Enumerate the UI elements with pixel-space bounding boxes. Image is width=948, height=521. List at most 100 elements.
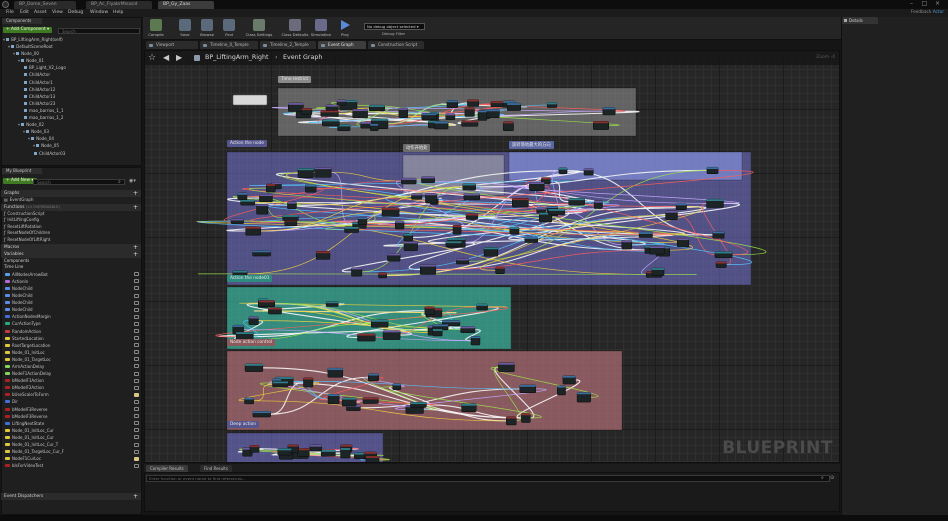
add-component-button[interactable]: + Add Component ▾ bbox=[3, 27, 53, 33]
breadcrumb-blueprint[interactable]: BP_LiftingArm_Right bbox=[205, 51, 269, 65]
graph-node-header[interactable] bbox=[249, 445, 260, 448]
components-search-input[interactable]: Search bbox=[58, 28, 140, 34]
menu-window[interactable]: Window bbox=[90, 9, 108, 17]
variable-item[interactable]: NodeChild bbox=[1, 299, 141, 306]
graph-node-header[interactable] bbox=[471, 336, 480, 339]
function-item[interactable]: ƒ ConstructionScript bbox=[1, 211, 141, 218]
forward-arrow-icon[interactable]: ▶ bbox=[176, 52, 182, 64]
component-tree-item[interactable]: ChildActor03 bbox=[3, 150, 141, 157]
variable-item[interactable]: ArmActionDelay bbox=[1, 363, 141, 370]
graph-node-header[interactable] bbox=[577, 392, 591, 395]
component-tree-item[interactable]: BP_Light_V2_Logo bbox=[3, 64, 141, 71]
toolbar-button-1[interactable]: Save bbox=[174, 18, 196, 39]
menu-view[interactable]: View bbox=[52, 9, 63, 17]
functions-header[interactable]: Functions (20 OVERRIDABLE) + bbox=[1, 203, 141, 211]
visibility-eye-icon[interactable] bbox=[134, 392, 139, 397]
menu-debug[interactable]: Debug bbox=[68, 9, 83, 17]
visibility-eye-icon[interactable] bbox=[134, 399, 139, 404]
graph-node-header[interactable] bbox=[316, 251, 330, 254]
toolbar-button-7[interactable]: Play bbox=[334, 18, 356, 39]
details-tab[interactable]: Details bbox=[842, 17, 878, 24]
comment-label[interactable]: Action the node01 bbox=[227, 275, 273, 282]
tab-construction-script[interactable]: Construction Script bbox=[368, 41, 424, 49]
graph-node-header[interactable] bbox=[506, 416, 517, 419]
debug-object-select[interactable]: No debug object selected ▾ bbox=[364, 23, 425, 30]
favorite-star-icon[interactable]: ☆ bbox=[148, 52, 156, 64]
graph-node-header[interactable] bbox=[593, 121, 609, 124]
variable-item[interactable]: StartedLocation bbox=[1, 335, 141, 342]
event-graph-canvas[interactable]: ☆ ◀ ▶ BP_LiftingArm_Right › Event Graph … bbox=[144, 50, 840, 463]
variable-item[interactable]: NodeChild bbox=[1, 292, 141, 299]
graph-node-header[interactable] bbox=[368, 373, 379, 376]
graph-node-header[interactable] bbox=[231, 218, 244, 221]
graph-node-header[interactable] bbox=[460, 326, 475, 329]
graph-node-header[interactable] bbox=[337, 99, 346, 102]
visibility-eye-icon[interactable] bbox=[134, 449, 139, 454]
graph-node-header[interactable] bbox=[358, 217, 367, 220]
graph-node-header[interactable] bbox=[649, 246, 665, 249]
my-blueprint-tab[interactable]: My Blueprint bbox=[2, 168, 42, 174]
variable-item[interactable]: ActionNodesMargin bbox=[1, 313, 141, 320]
graph-node-header[interactable] bbox=[322, 119, 340, 122]
component-tree-item[interactable]: ▾ DefaultSceneRoot bbox=[3, 43, 141, 50]
graph-node-header[interactable] bbox=[266, 184, 276, 186]
graph-nodes-layer[interactable] bbox=[145, 51, 840, 463]
graph-node-header[interactable] bbox=[392, 383, 401, 386]
graph-node-header[interactable] bbox=[519, 385, 536, 387]
variable-item[interactable]: Dir bbox=[1, 398, 141, 405]
graph-node-header[interactable] bbox=[456, 258, 469, 261]
variable-item[interactable]: NodeF1CurLoc bbox=[1, 455, 141, 462]
event-dispatchers-header[interactable]: Event Dispatchers + bbox=[1, 493, 141, 500]
component-tree-item[interactable]: ChildActor13 bbox=[3, 93, 141, 100]
function-item[interactable]: ƒ ResetNodeOfChildren bbox=[1, 230, 141, 237]
graph-node-header[interactable] bbox=[529, 182, 545, 184]
graph-node-header[interactable] bbox=[365, 456, 380, 458]
graph-node-header[interactable] bbox=[524, 237, 538, 239]
graph-node-header[interactable] bbox=[562, 375, 576, 378]
graph-node-header[interactable] bbox=[568, 198, 585, 201]
graph-node-header[interactable] bbox=[420, 264, 436, 267]
component-tree-item[interactable]: ▾ Node_00 bbox=[3, 50, 141, 57]
menu-edit[interactable]: Edit bbox=[20, 9, 29, 17]
graph-node-header[interactable] bbox=[716, 261, 727, 264]
graph-node-header[interactable] bbox=[301, 108, 312, 111]
toolbar-button-3[interactable]: Find bbox=[218, 18, 240, 39]
visibility-eye-icon[interactable] bbox=[134, 314, 139, 319]
graph-node-header[interactable] bbox=[594, 200, 603, 203]
graph-node-header[interactable] bbox=[362, 397, 379, 400]
visibility-eye-icon[interactable] bbox=[134, 463, 139, 468]
graph-node-header[interactable] bbox=[424, 306, 435, 309]
graph-node-header[interactable] bbox=[387, 253, 401, 256]
component-tree-item[interactable]: ▾ Node_01 bbox=[3, 57, 141, 64]
graph-node-header[interactable] bbox=[432, 329, 443, 331]
graph-node-header[interactable] bbox=[236, 332, 254, 335]
graph-node-header[interactable] bbox=[546, 206, 558, 209]
doc-tab-1[interactable]: BP_Ac_FlyabrMisasid bbox=[86, 1, 152, 9]
variable-item[interactable]: AllNodesArrowBot bbox=[1, 271, 141, 278]
graph-node-header[interactable] bbox=[639, 232, 653, 234]
visibility-eye-icon[interactable] bbox=[134, 364, 139, 369]
graph-node-header[interactable] bbox=[277, 448, 292, 451]
comment-label[interactable]: Deep action bbox=[227, 421, 259, 428]
visibility-eye-icon[interactable] bbox=[134, 272, 139, 277]
graph-node-header[interactable] bbox=[352, 109, 368, 112]
graph-node-header[interactable] bbox=[232, 325, 244, 327]
graph-node-header[interactable] bbox=[509, 227, 520, 229]
graph-node-header[interactable] bbox=[521, 413, 531, 416]
graph-node-header[interactable] bbox=[314, 167, 332, 170]
graph-node-header[interactable] bbox=[467, 99, 479, 102]
comment-label[interactable]: 旋转落地最大的方向 bbox=[509, 141, 554, 149]
graph-node-header[interactable] bbox=[288, 103, 304, 105]
visibility-eye-icon[interactable] bbox=[134, 279, 139, 284]
graph-node-header[interactable] bbox=[495, 266, 505, 269]
graph-node-header[interactable] bbox=[344, 226, 359, 229]
graph-node-header[interactable] bbox=[502, 100, 516, 103]
add-graph-icon[interactable]: + bbox=[133, 190, 138, 197]
graph-node-header[interactable] bbox=[411, 193, 422, 196]
visibility-eye-icon[interactable] bbox=[134, 343, 139, 348]
graph-node-header[interactable] bbox=[421, 113, 437, 116]
component-tree-item[interactable]: ▾ Node_02 bbox=[3, 121, 141, 128]
graph-node-header[interactable] bbox=[245, 226, 261, 229]
toolbar-button-6[interactable]: Simulation bbox=[310, 18, 332, 39]
visibility-eye-icon[interactable] bbox=[134, 286, 139, 291]
